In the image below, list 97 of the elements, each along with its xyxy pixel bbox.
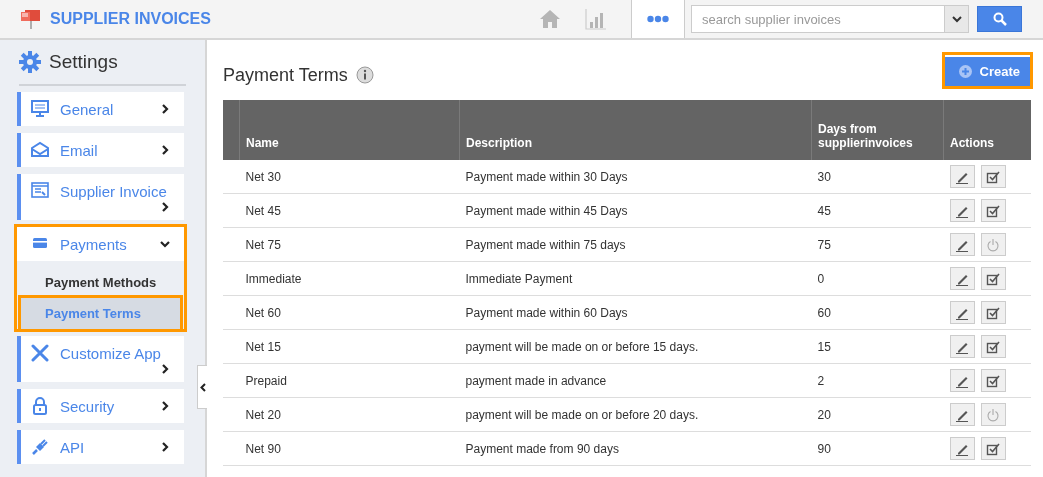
table-cell: payment will be made on or before 20 days. (459, 397, 812, 432)
chevron-right-icon (160, 364, 170, 374)
dropdown-button[interactable] (944, 5, 969, 33)
checkbox-icon (986, 305, 1000, 320)
table-cell: Payment made within 30 Days (459, 160, 812, 194)
table-cell: Immediate (239, 261, 460, 296)
window-icon (31, 182, 49, 200)
checkbox-icon (986, 339, 1000, 354)
collapse-handle[interactable] (197, 365, 207, 409)
table-cell: payment made in advance (459, 363, 812, 398)
chevron-right-icon (160, 145, 170, 155)
table-cell: Prepaid (239, 363, 460, 398)
table-cell: Net 60 (239, 295, 460, 330)
submenu-item[interactable]: Payment Terms (21, 298, 180, 329)
table-cell: 45 (811, 193, 944, 228)
power-icon (986, 237, 1000, 252)
mailbox-icon (20, 8, 42, 30)
edit-button[interactable] (949, 165, 975, 188)
envelope-icon (31, 141, 49, 159)
table-cell: 30 (811, 160, 944, 194)
table-cell: Net 45 (239, 193, 460, 228)
table-cell: payment will be made on or before 15 days. (459, 329, 812, 364)
table-cell: Payment made within 60 Days (459, 295, 812, 330)
more-tab[interactable] (631, 0, 685, 38)
edit-button[interactable] (949, 301, 975, 324)
table-cell: Payment made from 90 days (459, 431, 812, 466)
monitor-icon (31, 100, 49, 118)
submenu-item[interactable]: Payment Methods (17, 267, 184, 298)
create-button[interactable]: Create (944, 54, 1030, 86)
info-icon[interactable] (355, 66, 374, 84)
table-cell: 2 (811, 363, 944, 398)
plug-icon (31, 438, 49, 456)
column-header: Name (239, 100, 460, 160)
table-cell: Immediate Payment (459, 261, 812, 296)
table-cell: Net 75 (239, 227, 460, 262)
sidebar-item[interactable]: API (17, 430, 184, 464)
table-cell: Net 30 (239, 160, 460, 194)
toggle-button[interactable] (980, 165, 1006, 188)
search-icon (992, 12, 1007, 26)
chevron-right-icon (160, 401, 170, 411)
table-cell: Net 90 (239, 431, 460, 466)
caret-icon (951, 15, 962, 23)
power-icon (986, 407, 1000, 422)
chevron-down-icon (160, 239, 170, 249)
table-cell: 90 (811, 431, 944, 466)
column-header: Days from supplierinvoices (811, 100, 944, 160)
toggle-button[interactable] (980, 301, 1006, 324)
checkbox-icon (986, 441, 1000, 456)
toggle-button[interactable] (980, 267, 1006, 290)
table-cell: 20 (811, 397, 944, 432)
table-cell: 75 (811, 227, 944, 262)
table-cell: 60 (811, 295, 944, 330)
column-header: Description (459, 100, 812, 160)
edit-button[interactable] (949, 267, 975, 290)
edit-button[interactable] (949, 369, 975, 392)
sidebar-item[interactable]: Customize App (17, 336, 184, 382)
edit-button[interactable] (949, 199, 975, 222)
plus-circle-icon (958, 64, 972, 78)
column-header: Actions (943, 100, 1031, 160)
table-cell: Net 15 (239, 329, 460, 364)
sidebar-item[interactable]: Email (17, 133, 184, 167)
sidebar-item[interactable]: Security (17, 389, 184, 423)
sidebar-title: Settings (49, 51, 118, 73)
table-cell: 0 (811, 261, 944, 296)
app-title: SUPPLIER INVOICES (50, 10, 211, 28)
gear-icon (19, 51, 41, 73)
edit-button[interactable] (949, 437, 975, 460)
checkbox-icon (986, 373, 1000, 388)
toggle-button[interactable] (980, 403, 1006, 426)
more-icon (647, 15, 669, 23)
checkbox-icon (986, 271, 1000, 286)
toggle-button[interactable] (980, 369, 1006, 392)
toggle-button[interactable] (980, 199, 1006, 222)
edit-button[interactable] (949, 335, 975, 358)
table-cell: Payment made within 75 days (459, 227, 812, 262)
sidebar-item[interactable]: General (17, 92, 184, 126)
edit-button[interactable] (949, 233, 975, 256)
toggle-button[interactable] (980, 233, 1006, 256)
edit-button[interactable] (949, 403, 975, 426)
checkbox-icon (986, 203, 1000, 218)
table-cell: Net 20 (239, 397, 460, 432)
search-button[interactable] (977, 6, 1022, 32)
tools-icon (31, 344, 49, 362)
chevron-right-icon (160, 442, 170, 452)
toggle-button[interactable] (980, 437, 1006, 460)
chevron-right-icon (160, 202, 170, 212)
page-title: Payment Terms (223, 64, 348, 86)
table-cell: 15 (811, 329, 944, 364)
checkbox-icon (986, 169, 1000, 184)
search-field[interactable]: search supplier invoices (691, 5, 944, 33)
toggle-button[interactable] (980, 335, 1006, 358)
lock-icon (31, 397, 49, 415)
sidebar-item[interactable]: Supplier Invoice (17, 174, 184, 220)
chevron-left-icon (199, 382, 206, 392)
table-cell: Payment made within 45 Days (459, 193, 812, 228)
sidebar-item[interactable]: Payments (17, 227, 184, 261)
chevron-right-icon (160, 104, 170, 114)
